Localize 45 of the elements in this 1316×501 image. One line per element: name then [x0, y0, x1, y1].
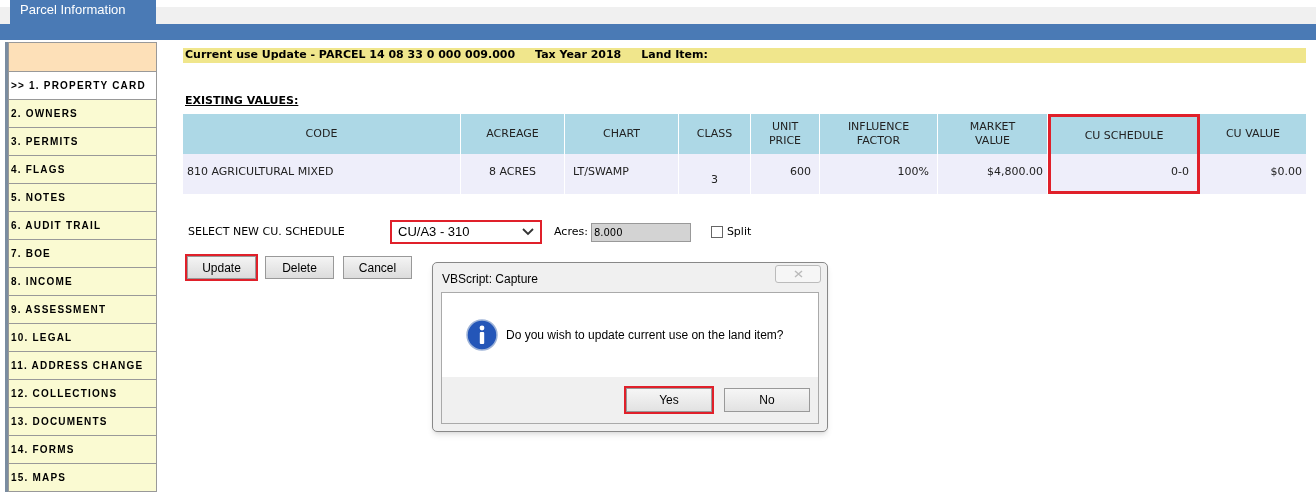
sidebar-item[interactable]: 2. OWNERS [8, 100, 157, 128]
table-cell: $4,800.00 [938, 154, 1048, 194]
info-icon [466, 319, 498, 351]
action-button[interactable]: Delete [265, 256, 334, 279]
sidebar-item[interactable]: >> 1. PROPERTY CARD [8, 72, 157, 100]
table-cell: $0.00 [1200, 154, 1307, 194]
acres-field[interactable]: 8.000 [590, 222, 691, 242]
chevron-down-icon [522, 228, 534, 236]
sidebar-item[interactable]: 8. INCOME [8, 268, 157, 296]
sidebar-item[interactable]: 9. ASSESSMENT [8, 296, 157, 324]
sidebar-item[interactable]: 6. AUDIT TRAIL [8, 212, 157, 240]
table-cell: 8 ACRES [461, 154, 565, 194]
parcel-information-tab[interactable]: Parcel Information [10, 0, 156, 24]
land-item-label: Land Item: [641, 47, 708, 64]
sidebar-item[interactable]: 3. PERMITS [8, 128, 157, 156]
section-title: EXISTING VALUES: [185, 94, 299, 107]
sidebar-item[interactable]: 12. COLLECTIONS [8, 380, 157, 408]
acres-label: Acres: [554, 223, 588, 240]
split-checkbox[interactable] [710, 226, 723, 238]
table-cell: 600 [751, 154, 820, 194]
action-button[interactable]: Cancel [343, 256, 412, 279]
schedule-select[interactable]: CU/A3 - 310 [390, 220, 542, 244]
sidebar-item[interactable]: 7. BOE [8, 240, 157, 268]
sidebar-item[interactable]: 15. MAPS [8, 464, 157, 492]
sidebar-item[interactable]: 14. FORMS [8, 436, 157, 464]
close-icon [793, 269, 803, 278]
sidebar-item[interactable]: 5. NOTES [8, 184, 157, 212]
parcel-title: Current use Update - PARCEL 14 08 33 0 000 009.000 [185, 47, 516, 64]
dialog-button[interactable]: Yes [626, 388, 712, 412]
table-cell: 3 [679, 154, 751, 194]
sidebar-item[interactable]: 13. DOCUMENTS [8, 408, 157, 436]
table-cell: 810 AGRICULTURAL MIXED [183, 154, 461, 194]
dialog-message: Do you wish to update current use on the land item? [506, 327, 784, 344]
table-cell: LT/SWAMP [565, 154, 679, 194]
action-button[interactable]: Update [187, 256, 256, 279]
sidebar-item[interactable]: 10. LEGAL [8, 324, 157, 352]
sidebar-item[interactable]: 11. ADDRESS CHANGE [8, 352, 157, 380]
split-label: Split [726, 223, 752, 240]
schedule-label: SELECT NEW CU. SCHEDULE [188, 223, 346, 240]
dialog-title: VBScript: Capture [441, 271, 539, 288]
table-cell: 0-0 [1048, 154, 1200, 194]
tax-year: Tax Year 2018 [535, 47, 622, 64]
table-cell: 100% [820, 154, 938, 194]
dialog-button[interactable]: No [724, 388, 810, 412]
sidebar-item[interactable]: 4. FLAGS [8, 156, 157, 184]
